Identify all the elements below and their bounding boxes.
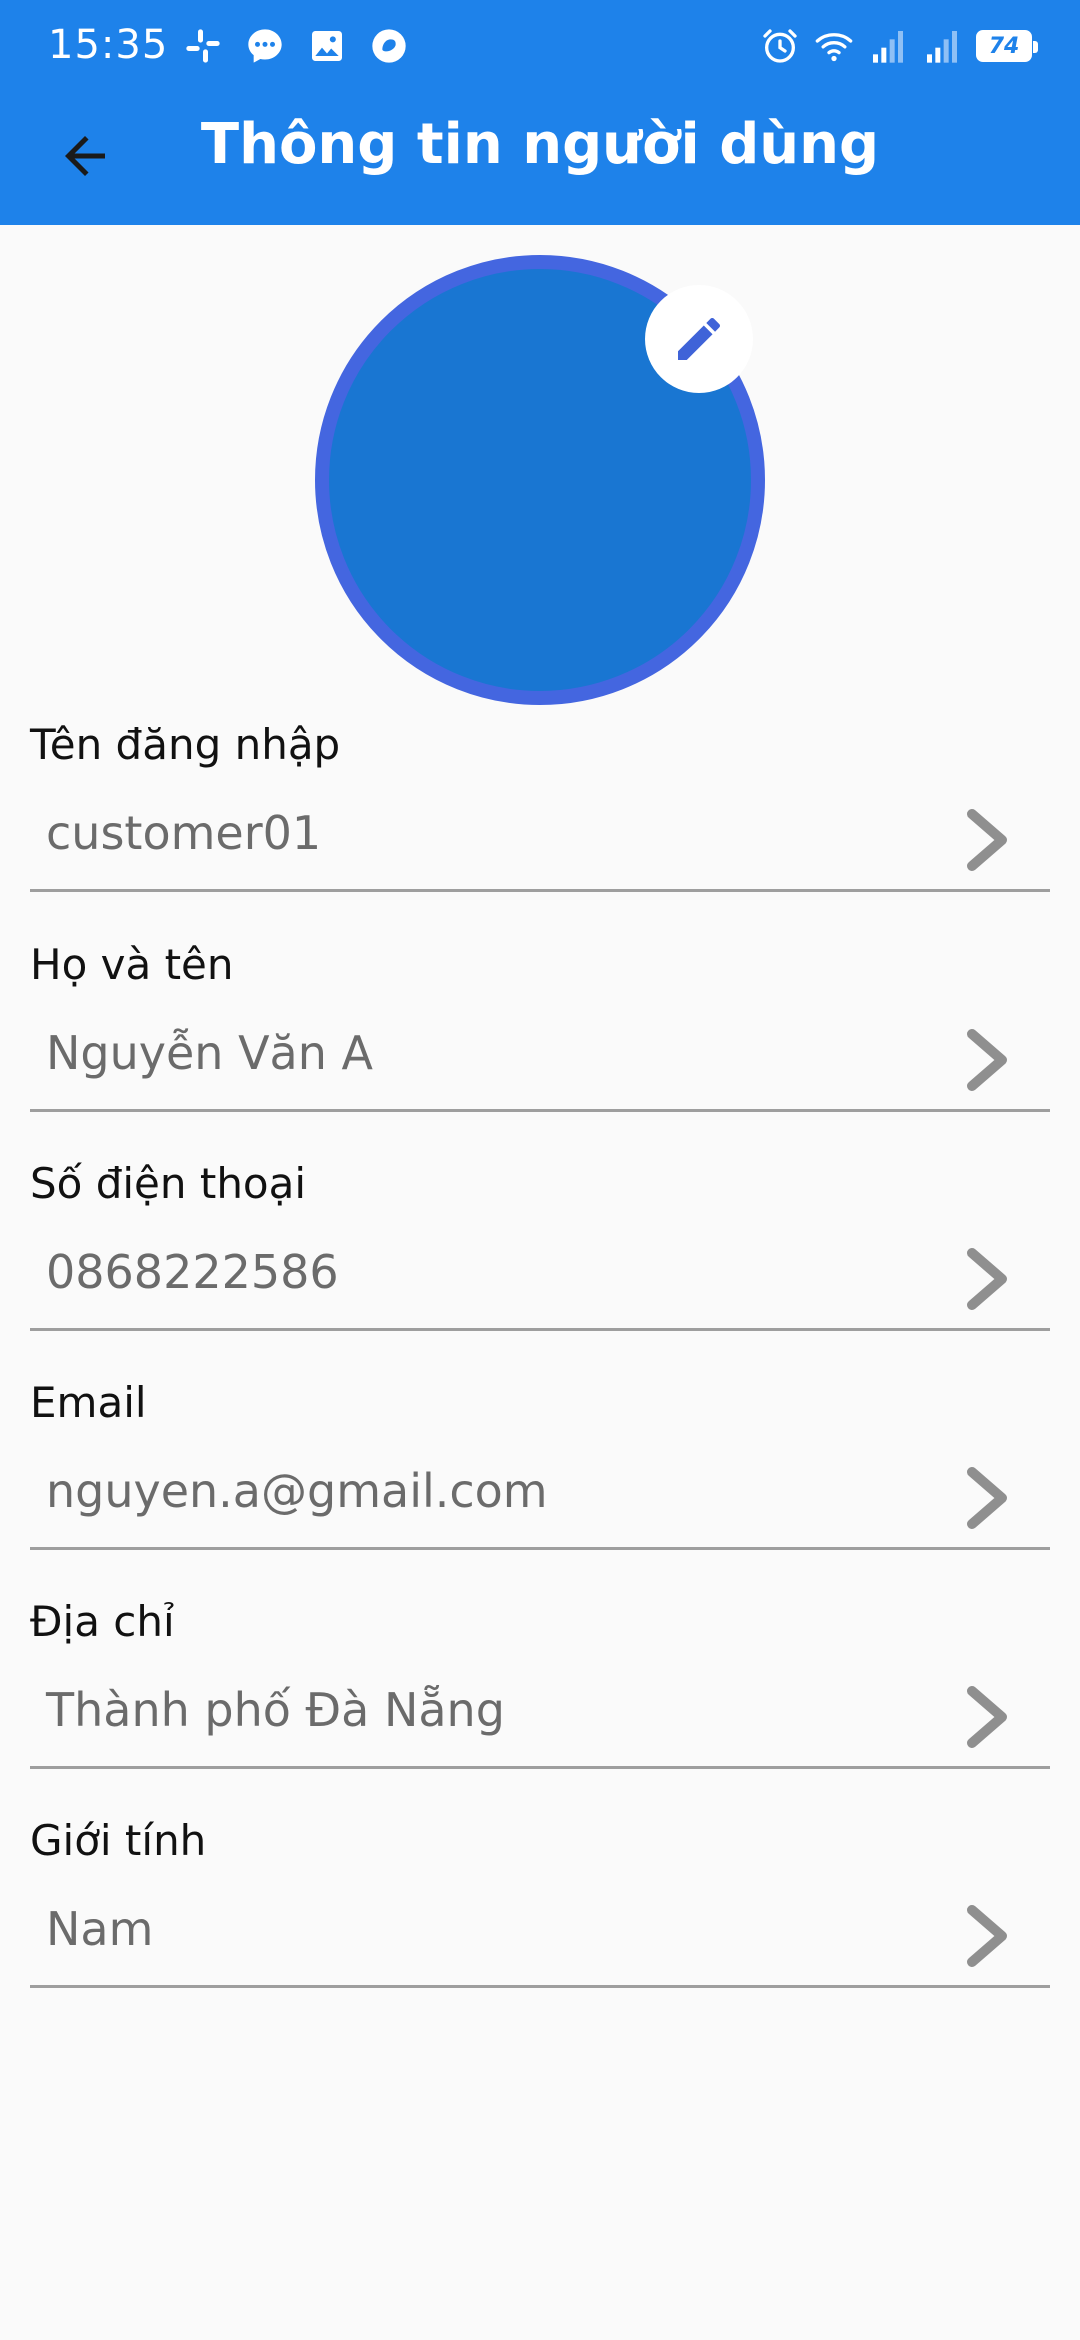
pencil-icon (678, 317, 721, 360)
field-phone: Số điện thoại 0868222586 (30, 1151, 1050, 1371)
chevron-right-icon (967, 1686, 1007, 1748)
field-row-gender[interactable]: Nam (30, 1880, 1050, 1988)
signal-icon (927, 31, 957, 63)
field-label: Giới tính (30, 1816, 207, 1865)
signal-icon (873, 31, 903, 63)
chevron-right-icon (967, 1467, 1007, 1529)
field-label: Tên đăng nhập (30, 720, 341, 769)
chevron-right-icon (967, 1029, 1007, 1091)
field-label: Họ và tên (30, 940, 234, 989)
toolbar: Thông tin người dùng (0, 90, 1080, 225)
system-icons: 74 (760, 24, 1038, 68)
slack-icon (186, 29, 220, 63)
field-address: Địa chỉ Thành phố Đà Nẵng (30, 1589, 1050, 1809)
field-gender: Giới tính Nam (30, 1808, 1050, 2028)
edit-avatar-button[interactable] (645, 285, 753, 393)
notification-icons (183, 24, 409, 68)
field-row-fullname[interactable]: Nguyễn Văn A (30, 1004, 1050, 1112)
field-label: Email (30, 1378, 147, 1427)
messenger-icon (248, 29, 282, 63)
field-label: Số điện thoại (30, 1159, 307, 1208)
field-value: nguyen.a@gmail.com (46, 1464, 548, 1518)
field-value: Thành phố Đà Nẵng (46, 1683, 505, 1737)
chevron-right-icon (967, 1248, 1007, 1310)
avatar-section (315, 255, 765, 705)
status-bar: 15:35 74 (0, 0, 1080, 90)
field-email: Email nguyen.a@gmail.com (30, 1370, 1050, 1590)
chevron-right-icon (967, 1905, 1007, 1967)
field-fullname: Họ và tên Nguyễn Văn A (30, 932, 1050, 1152)
battery-indicator: 74 (976, 30, 1038, 62)
field-value: customer01 (46, 806, 322, 860)
chevron-right-icon (967, 809, 1007, 871)
field-row-username[interactable]: customer01 (30, 784, 1050, 892)
page-title: Thông tin người dùng (200, 112, 880, 177)
wifi-icon (815, 33, 853, 62)
field-username: Tên đăng nhập customer01 (30, 712, 1050, 932)
field-row-email[interactable]: nguyen.a@gmail.com (30, 1442, 1050, 1550)
field-value: Nam (46, 1902, 154, 1956)
gallery-icon (312, 31, 342, 61)
app-bar: 15:35 74 Thông tin người dùng (0, 0, 1080, 225)
status-time: 15:35 (48, 22, 169, 68)
app-icon (372, 29, 406, 63)
field-row-phone[interactable]: 0868222586 (30, 1223, 1050, 1331)
field-row-address[interactable]: Thành phố Đà Nẵng (30, 1661, 1050, 1769)
alarm-icon (763, 29, 797, 63)
field-value: 0868222586 (46, 1245, 339, 1299)
field-value: Nguyễn Văn A (46, 1026, 373, 1080)
field-label: Địa chỉ (30, 1597, 175, 1646)
